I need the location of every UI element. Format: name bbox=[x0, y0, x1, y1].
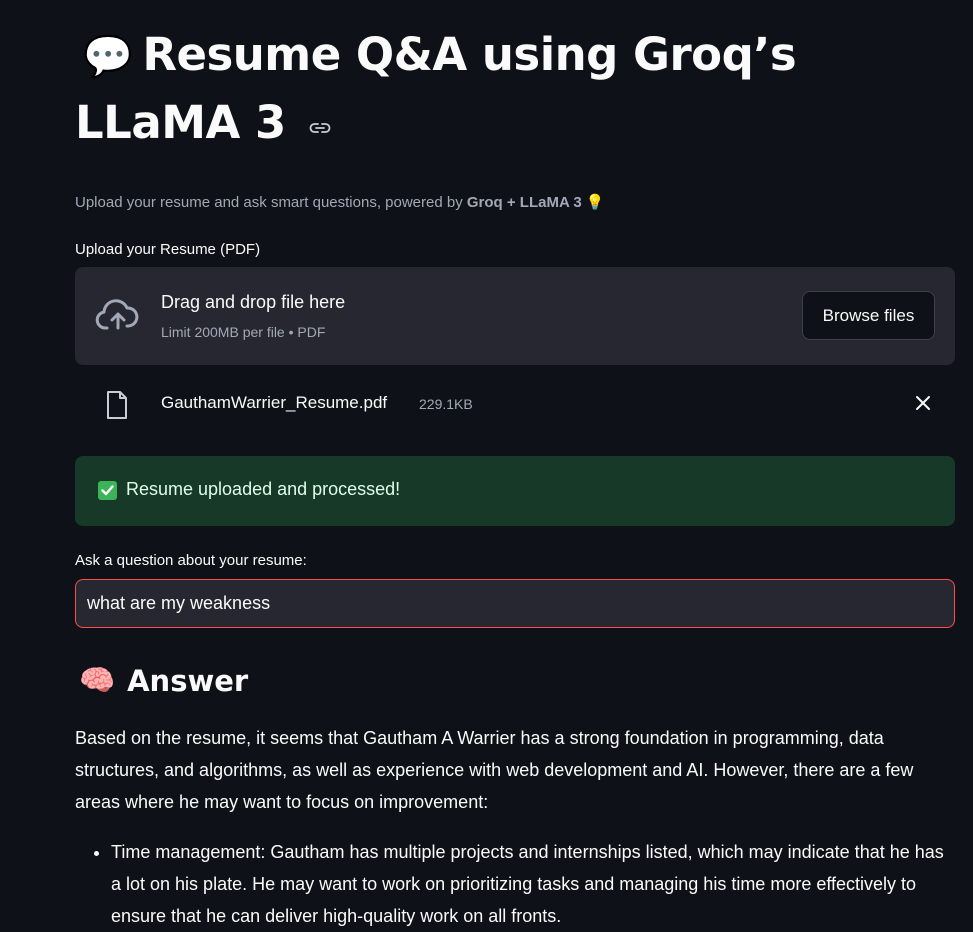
success-message: Resume uploaded and processed! bbox=[126, 479, 401, 499]
question-label: Ask a question about your resume: bbox=[75, 552, 307, 569]
upload-label: Upload your Resume (PDF) bbox=[75, 241, 261, 258]
dropzone-title: Drag and drop file here bbox=[161, 292, 346, 312]
page-subtitle: Upload your resume and ask smart questio… bbox=[75, 193, 955, 211]
success-alert: Resume uploaded and processed! bbox=[75, 456, 955, 526]
list-item: Time management: Gautham has multiple pr… bbox=[111, 836, 955, 932]
answer-heading: 🧠 Answer bbox=[75, 663, 955, 698]
cloud-upload-icon bbox=[95, 299, 141, 335]
remove-file-close-icon[interactable] bbox=[915, 395, 931, 411]
uploaded-file-row: GauthamWarrier_Resume.pdf 229.1KB bbox=[75, 365, 955, 443]
page-title: 💬 Resume Q&A using Groq’s LLaMA 3 bbox=[75, 0, 955, 159]
brain-icon: 🧠 bbox=[79, 663, 116, 697]
file-dropzone[interactable]: Drag and drop file here Limit 200MB per … bbox=[75, 267, 955, 365]
check-mark-icon bbox=[98, 481, 117, 500]
subtitle-text: Upload your resume and ask smart questio… bbox=[75, 194, 463, 211]
main-content: 💬 Resume Q&A using Groq’s LLaMA 3 Upload … bbox=[75, 0, 955, 932]
file-size: 229.1KB bbox=[419, 396, 473, 412]
link-icon[interactable] bbox=[309, 87, 331, 153]
answer-heading-text: Answer bbox=[127, 663, 249, 698]
browse-files-button[interactable]: Browse files bbox=[802, 291, 935, 340]
subtitle-bold: Groq + LLaMA 3 bbox=[466, 194, 582, 211]
answer-intro: Based on the resume, it seems that Gauth… bbox=[75, 728, 914, 812]
page-title-text: Resume Q&A using Groq’s LLaMA 3 bbox=[75, 28, 797, 149]
answer-list: Time management: Gautham has multiple pr… bbox=[75, 836, 955, 932]
lightbulb-icon: 💡 bbox=[585, 194, 605, 211]
file-name: GauthamWarrier_Resume.pdf bbox=[161, 393, 388, 412]
dropzone-limit: Limit 200MB per file • PDF bbox=[161, 324, 326, 340]
file-icon bbox=[105, 390, 129, 424]
question-input[interactable]: what are my weakness bbox=[75, 579, 955, 628]
speech-bubble-icon: 💬 bbox=[83, 34, 133, 80]
